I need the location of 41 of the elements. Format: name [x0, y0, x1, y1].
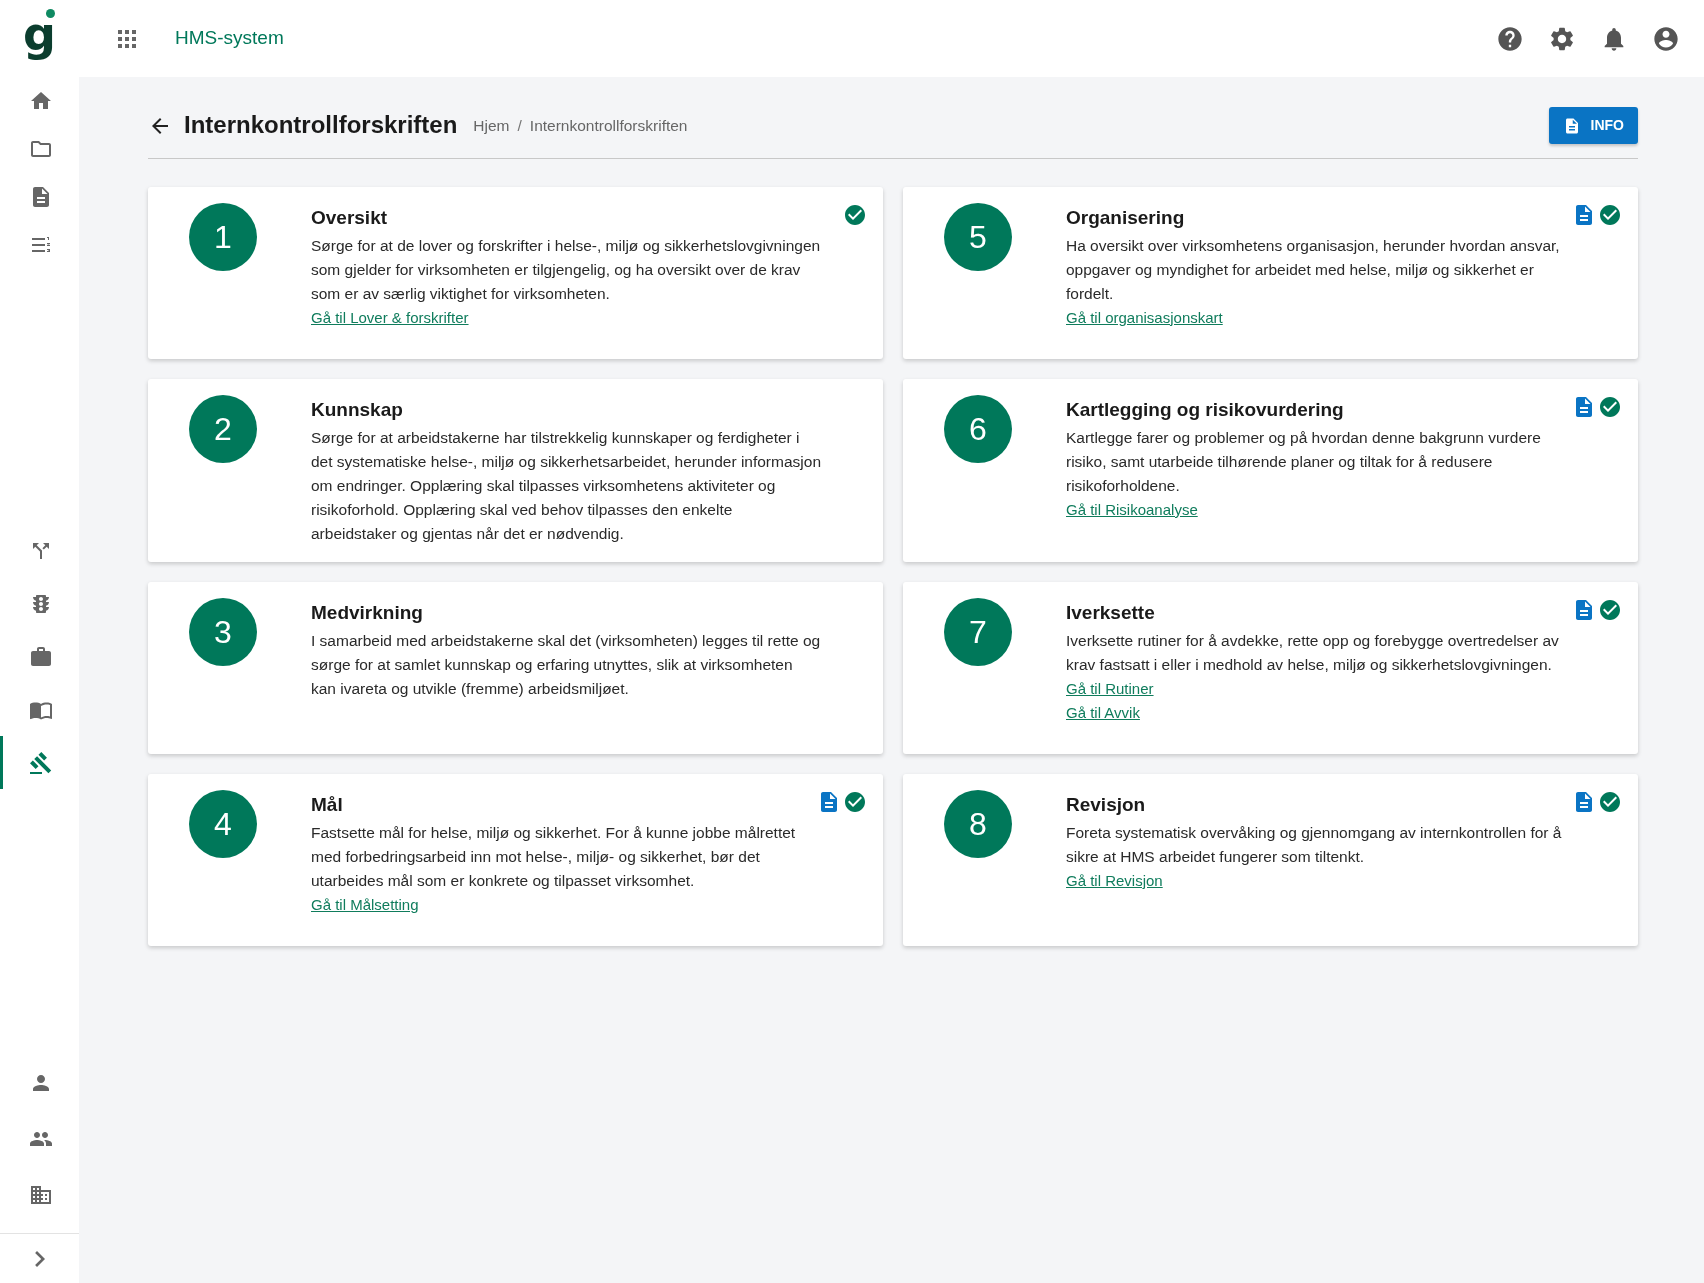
- card-title: Medvirkning: [311, 601, 423, 625]
- card-title: Mål: [311, 793, 343, 817]
- help-icon[interactable]: [1496, 24, 1524, 53]
- breadcrumb-separator: /: [517, 115, 522, 136]
- step-number: 3: [189, 597, 257, 666]
- step-number: 6: [944, 395, 1012, 463]
- app-title: HMS-system: [175, 26, 284, 51]
- chevron-right-icon: [34, 1250, 45, 1267]
- info-button[interactable]: INFO: [1548, 107, 1638, 144]
- card-description: I samarbeid med arbeidstakerne skal det (virksomheten) legges til rette og sørge for at samlet kunnskap og erfaring utnyttes, slik at virksomheten kan ivareta og utvikle (fremme) arbeidsmiljøet.: [311, 630, 821, 699]
- card-link[interactable]: Gå til Rutiner: [1066, 676, 1154, 701]
- step-number: 7: [944, 597, 1012, 666]
- card-link[interactable]: Gå til Avvik: [1066, 700, 1140, 725]
- breadcrumb-link[interactable]: Hjem: [473, 113, 510, 138]
- card-title: Revisjon: [1066, 793, 1146, 817]
- card-link[interactable]: Gå til Revisjon: [1066, 868, 1163, 893]
- logo: g: [23, 10, 56, 63]
- card-title: Kunnskap: [311, 399, 403, 422]
- step-number: 5: [944, 203, 1012, 271]
- breadcrumb-current: Internkontrollforskriften: [529, 115, 688, 136]
- card-description: Foreta systematisk overvåking og gjennomgang av internkontrollen for å sikre at HMS arbeidet fungerer som tiltenkt.: [1066, 822, 1563, 867]
- card-link[interactable]: Gå til Målsetting: [311, 892, 419, 917]
- card-description: Ha oversikt over virksomhetens organisasjon, herunder hvordan ansvar, oppgaver og myndighet for arbeidet med helse, miljø og sikkerhet er fordelt.: [1066, 235, 1561, 304]
- card-description: Fastsette mål for helse, miljø og sikkerhet. For å kunne jobbe målrettet med forbedringsarbeid inn mot helse-, miljø- og sikkerhet, bør det utarbeides mål som er konkrete og tilpasset virksomhet.: [311, 822, 797, 891]
- card-link[interactable]: Gå til Lover & forskrifter: [311, 305, 469, 330]
- card-description: Sørge for at arbeidstakerne har tilstrekkelig kunnskaper og ferdigheter i det systematiske helse-, miljø og sikkerhetsarbeidet, herunder informasjon om endringer. Opplæring skal tilpasses virksomhetens aktiviteter og risikoforhold. Opplæring skal ved behov tilpasses den enkelte arbeidstaker og gjentas når det er nødvendig.: [311, 427, 821, 544]
- card-title: Iverksette: [1066, 601, 1155, 625]
- card-link[interactable]: Gå til organisasjonskart: [1066, 305, 1223, 330]
- step-number: 2: [189, 395, 257, 463]
- card-description: Kartlegge farer og problemer og på hvordan denne bakgrunn vurdere risiko, samt utarbeide tilhørende planer og tiltak for å redusere risikoforholdene.: [1066, 427, 1542, 496]
- card-title: Oversikt: [311, 207, 388, 230]
- page-title: Internkontrollforskriften: [184, 111, 458, 140]
- card-title: Organisering: [1066, 207, 1185, 230]
- card-link[interactable]: Gå til Risikoanalyse: [1066, 497, 1198, 522]
- step-number: 1: [189, 203, 257, 271]
- card-description: Sørge for at de lover og forskrifter i helse-, miljø og sikkerhetslovgivningen som gjelder for virksomheten er tilgjengelig, og ha oversikt over de krav som er av særlig viktighet for virksomheten.: [311, 235, 821, 304]
- card-title: Kartlegging og risikovurdering: [1066, 399, 1344, 422]
- card-description: Iverksette rutiner for å avdekke, rette opp og forebygge overtredelser av krav fastsatt i eller i medhold av helse, miljø og sikkerhetslovgivningen.: [1066, 630, 1560, 675]
- account-icon[interactable]: [1652, 24, 1680, 53]
- step-number: 4: [189, 789, 257, 858]
- step-number: 8: [944, 789, 1012, 858]
